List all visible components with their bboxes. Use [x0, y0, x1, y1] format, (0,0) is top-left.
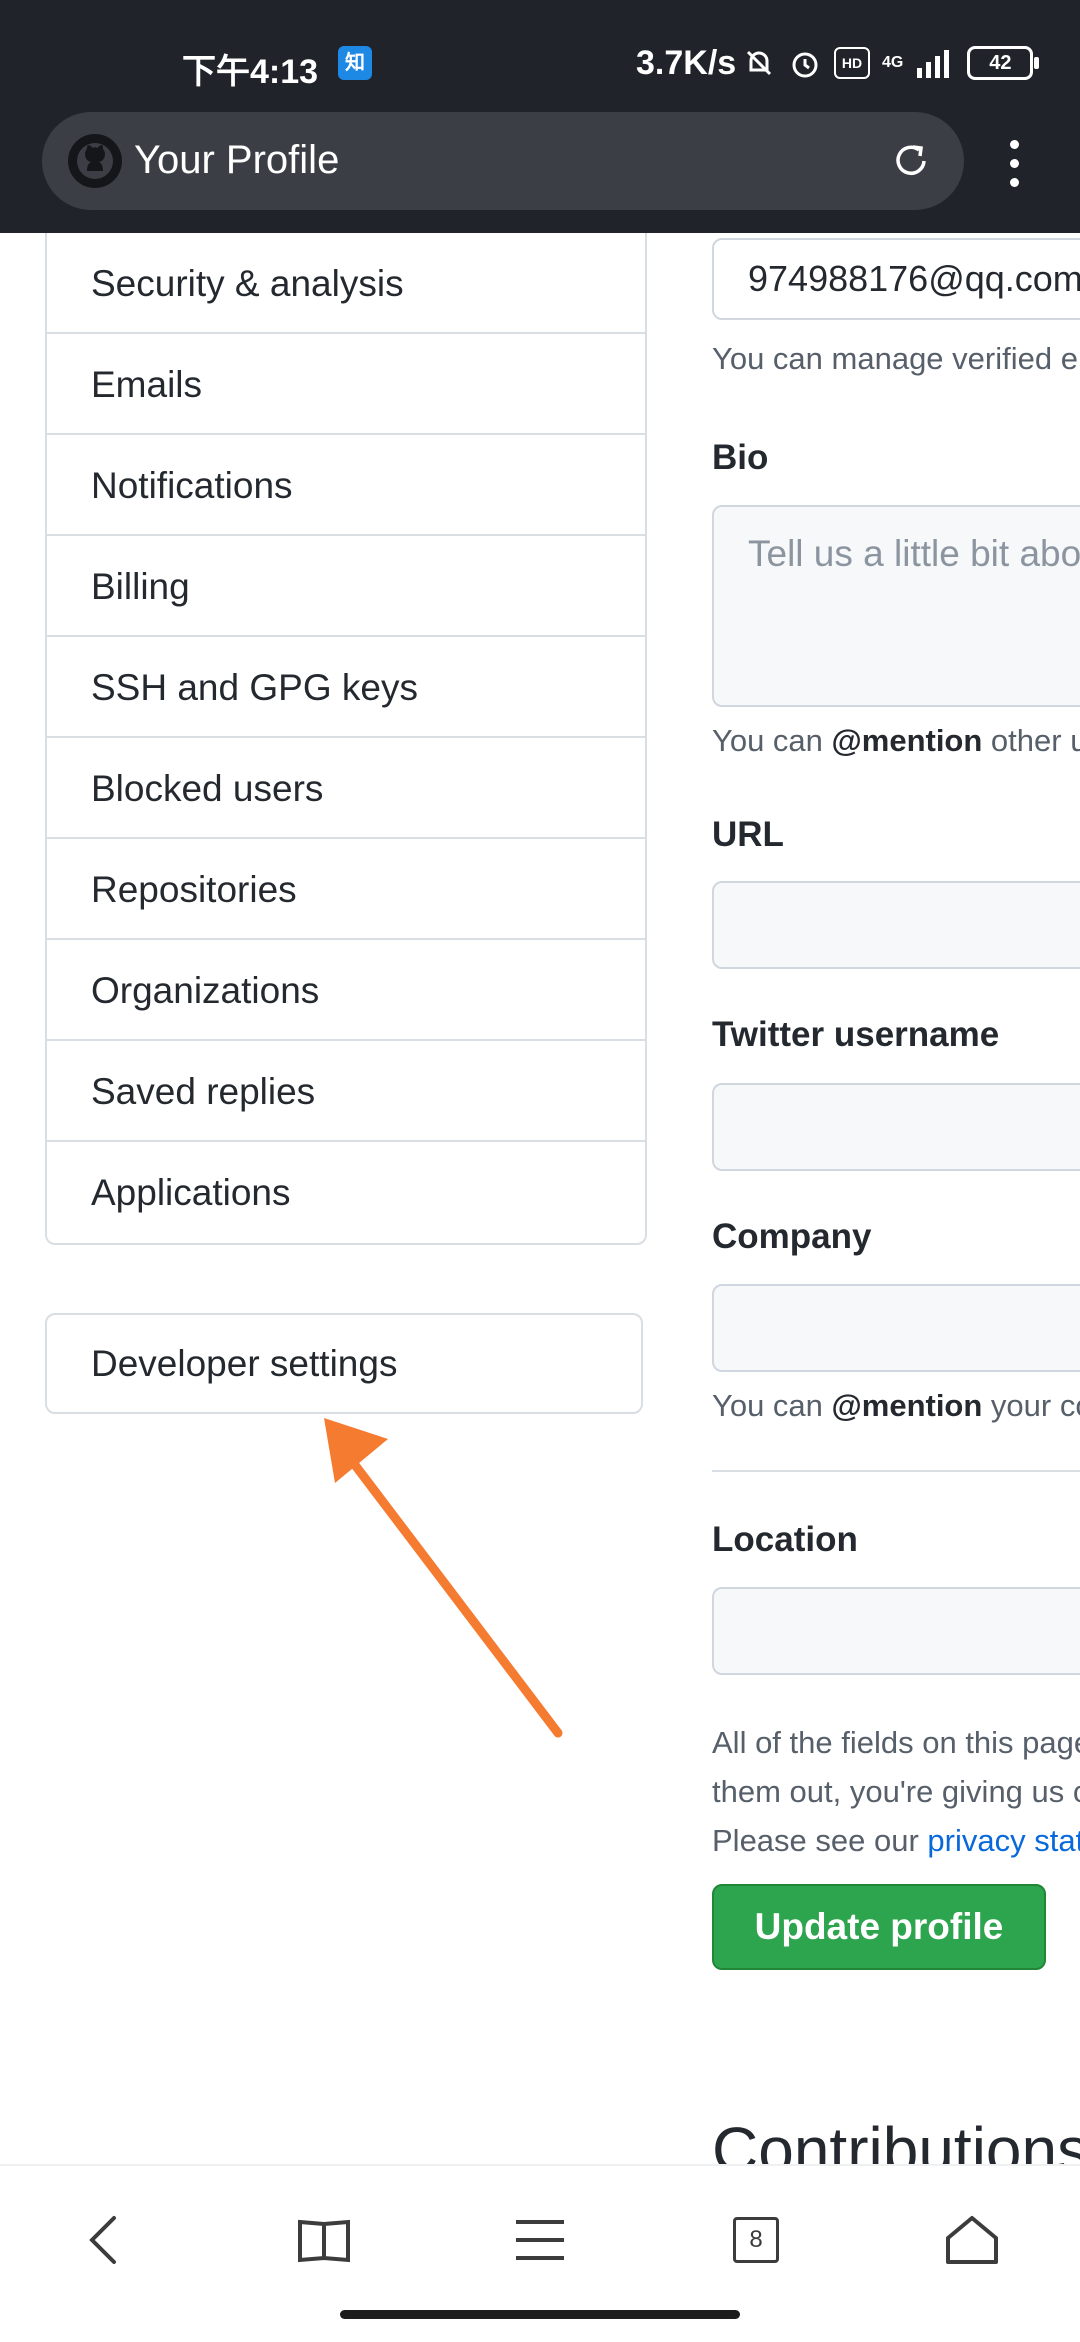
status-bar: 下午4:13 知 3.7K/s HD 4G 42 [0, 40, 1080, 91]
tab-count: 8 [733, 2217, 779, 2263]
github-logo-icon [68, 134, 122, 188]
home-icon[interactable] [932, 2200, 1012, 2280]
back-icon[interactable] [66, 2200, 146, 2280]
overflow-menu-icon[interactable] [1010, 140, 1019, 197]
menu-icon[interactable] [500, 2200, 580, 2280]
reload-icon[interactable] [886, 136, 936, 186]
page-content: Security & analysis Emails Notifications… [0, 233, 1080, 2164]
hd-icon: HD [834, 47, 870, 79]
status-icons: HD 4G 42 [742, 46, 1040, 80]
top-bar: 下午4:13 知 3.7K/s HD 4G 42 Your Profile [0, 0, 1080, 233]
zhihu-app-icon: 知 [338, 46, 372, 80]
tabs-button[interactable]: 8 [716, 2200, 796, 2280]
status-time: 下午4:13 [182, 53, 319, 91]
network-speed: 3.7K/s [636, 44, 737, 82]
alarm-icon [792, 52, 818, 78]
annotation-arrow-icon [324, 1418, 563, 1738]
page-title: Your Profile [134, 138, 340, 182]
address-bar[interactable]: Your Profile [42, 112, 964, 210]
mute-bell-icon [746, 50, 772, 76]
bookmarks-icon[interactable] [284, 2200, 364, 2280]
signal-icon [917, 50, 950, 78]
battery-indicator: 42 [967, 46, 1040, 80]
network-type: 4G [882, 54, 904, 71]
home-indicator[interactable] [340, 2310, 740, 2319]
